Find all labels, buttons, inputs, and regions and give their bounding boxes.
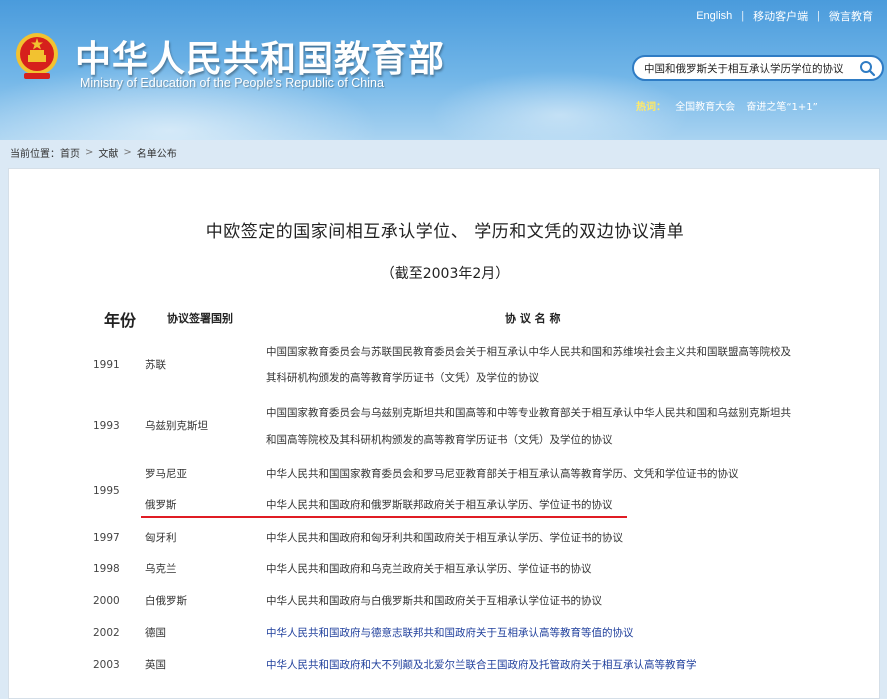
table-cell-year: 2002: [93, 627, 120, 639]
weiyan-link[interactable]: 微言教育: [829, 8, 873, 24]
table-cell-agreement: 中华人民共和国政府和俄罗斯联邦政府关于相互承认学历、学位证书的协议: [266, 499, 613, 511]
table-cell-year: 1995: [93, 485, 120, 497]
national-emblem-icon[interactable]: [14, 30, 60, 82]
hot-word-link[interactable]: 全国教育大会: [675, 102, 735, 113]
table-cell-year: 1997: [93, 532, 120, 544]
breadcrumb-label: 当前位置：: [10, 149, 60, 160]
chevron-right-icon: >: [123, 147, 132, 158]
table-cell-year: 1998: [93, 563, 120, 575]
breadcrumb-list-release[interactable]: 名单公布: [137, 145, 177, 160]
breadcrumb-documents[interactable]: 文献: [98, 145, 118, 160]
divider: |: [741, 10, 745, 22]
search-input[interactable]: 中国和俄罗斯关于相互承认学历学位的协议: [632, 55, 884, 81]
chevron-right-icon: >: [85, 147, 94, 158]
table-cell-agreement: 和国高等院校及其科研机构颁发的高等教育学历证书（文凭）及学位的协议: [266, 434, 613, 446]
table-cell-agreement: 中国国家教育委员会与苏联国民教育委员会关于相互承认中华人民共和国和苏维埃社会主义…: [266, 346, 791, 358]
table-cell-agreement: 中华人民共和国国家教育委员会和罗马尼亚教育部关于相互承认高等教育学历、文凭和学位…: [266, 468, 739, 480]
agreement-link[interactable]: 中华人民共和国政府与德意志联邦共和国政府关于互相承认高等教育等值的协议: [266, 626, 634, 640]
site-subtitle-en: Ministry of Education of the People's Re…: [80, 76, 384, 90]
table-cell-country: 匈牙利: [145, 532, 177, 544]
table-cell-country: 英国: [145, 659, 166, 671]
table-cell-country: 罗马尼亚: [145, 468, 187, 480]
divider: |: [817, 10, 820, 22]
main-content: 中欧签定的国家间相互承认学位、 学历和文凭的双边协议清单 （截至2003年2月）…: [8, 168, 880, 699]
site-header: 中华人民共和国教育部 Ministry of Education of the …: [0, 0, 887, 140]
table-cell-year: 1993: [93, 420, 120, 432]
table-cell-country: 德国: [145, 627, 166, 639]
agreement-link[interactable]: 中华人民共和国政府和大不列颠及北爱尔兰联合王国政府及托管政府关于相互承认高等教育…: [266, 658, 697, 672]
mobile-client-link[interactable]: 移动客户端: [753, 8, 808, 24]
table-cell-country: 俄罗斯: [145, 499, 177, 511]
breadcrumb-home[interactable]: 首页: [60, 145, 80, 160]
table-cell-agreement: 中华人民共和国政府与白俄罗斯共和国政府关于互相承认学位证书的协议: [266, 595, 602, 607]
table-cell-year: 1991: [93, 359, 120, 371]
top-links: English | 移动客户端 | 微言教育: [696, 8, 873, 24]
search-icon[interactable]: [859, 60, 876, 77]
highlight-underline: [141, 516, 627, 518]
table-cell-agreement: 其科研机构颁发的高等教育学历证书（文凭）及学位的协议: [266, 372, 539, 384]
table-cell-agreement: 中国国家教育委员会与乌兹别克斯坦共和国高等和中等专业教育部关于相互承认中华人民共…: [266, 407, 791, 419]
breadcrumb: 当前位置： 首页 > 文献 > 名单公布: [10, 145, 177, 160]
search-query-text[interactable]: 中国和俄罗斯关于相互承认学历学位的协议: [644, 61, 860, 76]
table-cell-country: 乌兹别克斯坦: [145, 420, 208, 432]
table-cell-year: 2003: [93, 659, 120, 671]
hot-words: 热词： 全国教育大会 奋进之笔“1+1”: [636, 98, 826, 113]
hot-words-label: 热词：: [636, 102, 666, 113]
table-cell-year: 2000: [93, 595, 120, 607]
column-header-country: 协议签署国别: [167, 312, 233, 325]
hot-word-link[interactable]: 奋进之笔“1+1”: [746, 102, 817, 113]
table-cell-country: 乌克兰: [145, 563, 177, 575]
site-title[interactable]: 中华人民共和国教育部: [75, 30, 445, 82]
table-cell-agreement: 中华人民共和国政府和匈牙利共和国政府关于相互承认学历、学位证书的协议: [266, 532, 623, 544]
agreement-table: 年份 协议签署国别 协 议 名 称 1991 苏联 中国国家教育委员会与苏联国民…: [9, 169, 881, 699]
column-header-agreement: 协 议 名 称: [505, 312, 561, 325]
english-link[interactable]: English: [696, 10, 732, 22]
table-cell-country: 苏联: [145, 359, 166, 371]
table-cell-country: 白俄罗斯: [145, 595, 187, 607]
column-header-year: 年份: [104, 311, 137, 330]
table-cell-agreement: 中华人民共和国政府和乌克兰政府关于相互承认学历、学位证书的协议: [266, 563, 592, 575]
